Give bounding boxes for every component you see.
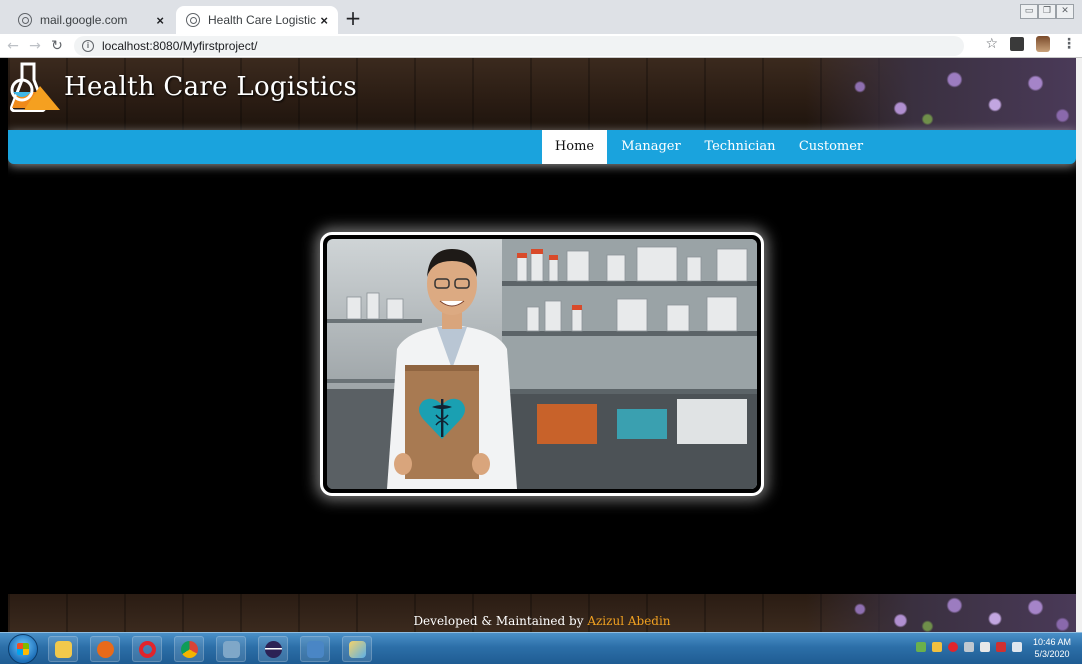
tab-title: Health Care Logistics (208, 13, 317, 27)
footer-prefix: Developed & Maintained by (413, 614, 588, 628)
menu-icon[interactable]: ⋮ (1062, 36, 1076, 52)
profile-icon[interactable] (1036, 36, 1050, 52)
minimize-button[interactable]: ▭ (1020, 4, 1038, 19)
header-flowers-decoration (806, 58, 1076, 130)
tray-icon[interactable] (964, 642, 974, 652)
address-bar[interactable]: i localhost:8080/Myfirstproject/ (74, 35, 964, 56)
nav-customer[interactable]: Customer (795, 130, 867, 164)
virtualbox-icon[interactable] (300, 636, 330, 662)
tab-health-care[interactable]: Health Care Logistics × (176, 6, 338, 34)
system-tray (916, 642, 1022, 652)
window-controls: ▭ ❐ ✕ (1020, 4, 1074, 19)
hero-image (327, 239, 757, 489)
media-player-icon[interactable] (90, 636, 120, 662)
windows-start-icon[interactable] (8, 634, 38, 664)
tab-mail[interactable]: mail.google.com × (8, 6, 174, 34)
nav-manager[interactable]: Manager (617, 130, 685, 164)
hero-image-frame (320, 232, 764, 496)
close-icon[interactable]: × (316, 13, 328, 28)
footer-author-link[interactable]: Azizul Abedin (587, 614, 670, 628)
page-scrollbar[interactable] (1076, 58, 1082, 632)
volume-icon[interactable] (1012, 642, 1022, 652)
info-icon[interactable]: i (82, 39, 94, 52)
file-explorer-icon[interactable] (48, 636, 78, 662)
tray-icon[interactable] (948, 642, 958, 652)
chrome-icon[interactable] (174, 636, 204, 662)
new-tab-button[interactable]: + (342, 8, 364, 30)
eclipse-icon[interactable] (258, 636, 288, 662)
star-icon[interactable]: ☆ (985, 36, 998, 52)
taskbar-clock[interactable]: 10:46 AM 5/3/2020 (1028, 636, 1076, 660)
globe-icon (18, 13, 32, 27)
opera-icon[interactable] (132, 636, 162, 662)
clock-time: 10:46 AM (1032, 637, 1072, 647)
site-title: Health Care Logistics (64, 72, 357, 102)
tray-icon[interactable] (932, 642, 942, 652)
browser-tab-bar: mail.google.com × Health Care Logistics … (0, 0, 1082, 34)
paint-icon[interactable] (342, 636, 372, 662)
network-icon[interactable] (216, 636, 246, 662)
browser-toolbar: ← → ↻ i localhost:8080/Myfirstproject/ ☆… (0, 34, 1082, 58)
toolbar-actions: ☆ ⋮ (985, 36, 1076, 52)
flask-logo-icon (10, 62, 60, 112)
tab-title: mail.google.com (40, 13, 128, 27)
forward-button[interactable]: → (26, 38, 44, 54)
restore-button[interactable]: ❐ (1038, 4, 1056, 19)
close-window-button[interactable]: ✕ (1056, 4, 1074, 19)
tray-icon[interactable] (916, 642, 926, 652)
address-text: localhost:8080/Myfirstproject/ (102, 38, 258, 53)
globe-icon (186, 13, 200, 27)
web-page: Health Care Logistics Home Manager Techn… (8, 58, 1076, 632)
tray-icon[interactable] (996, 642, 1006, 652)
reload-button[interactable]: ↻ (48, 38, 66, 54)
footer-credit: Developed & Maintained by Azizul Abedin (8, 614, 1076, 628)
clock-date: 5/3/2020 (1034, 649, 1070, 659)
extension-icon[interactable] (1010, 37, 1024, 51)
tray-icon[interactable] (980, 642, 990, 652)
close-icon[interactable]: × (152, 13, 164, 28)
site-footer: Developed & Maintained by Azizul Abedin (8, 594, 1076, 632)
nav-technician[interactable]: Technician (703, 130, 777, 164)
back-button[interactable]: ← (4, 38, 22, 54)
windows-taskbar: 10:46 AM 5/3/2020 (0, 632, 1082, 664)
nav-home[interactable]: Home (542, 130, 607, 164)
site-navbar: Home Manager Technician Customer (8, 130, 1076, 164)
site-header: Health Care Logistics (8, 58, 1076, 130)
lab-technician-photo (327, 239, 757, 489)
